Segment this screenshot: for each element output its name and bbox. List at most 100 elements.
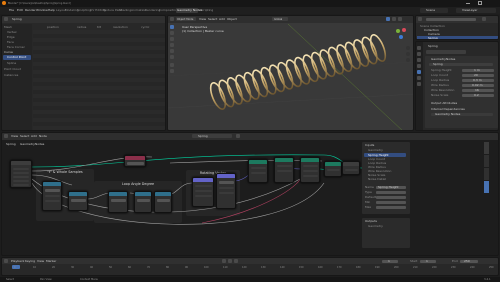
node-math-b-field[interactable] <box>71 199 86 202</box>
spring-coil[interactable] <box>351 38 372 68</box>
output-attributes-header[interactable]: Output Attributes <box>431 102 457 105</box>
domain-vertex[interactable]: Vertex <box>7 31 17 34</box>
outliner-item-spring-row[interactable]: Spring <box>417 36 498 39</box>
node-math-a[interactable] <box>42 181 62 211</box>
close-button[interactable] <box>489 0 498 7</box>
node-math-b[interactable] <box>68 191 88 211</box>
add-modifier-button[interactable] <box>426 50 466 54</box>
default-field[interactable] <box>376 196 406 199</box>
modifier-tab-icon[interactable] <box>417 70 421 74</box>
start-frame-field[interactable]: 1 <box>420 259 436 263</box>
spring-coil[interactable] <box>216 78 237 108</box>
jump-end-icon[interactable] <box>234 259 238 263</box>
n-tab-tool[interactable] <box>484 155 489 167</box>
group-outputs-title[interactable]: Outputs <box>365 220 377 223</box>
menu-help[interactable]: Help <box>48 9 55 12</box>
spring-coil[interactable] <box>233 73 254 103</box>
input-wire-radius[interactable]: 0.02 m <box>462 84 494 87</box>
object-tab-icon[interactable] <box>417 64 421 68</box>
spreadsheet-editor-icon[interactable] <box>4 17 8 21</box>
input-noise-scale[interactable]: 0.2 <box>462 94 494 97</box>
spring-coil[interactable] <box>250 68 271 98</box>
gizmo-y-axis[interactable] <box>396 29 400 33</box>
spring-coil[interactable] <box>241 71 262 101</box>
group-input-geometry[interactable]: Geometry <box>368 149 383 152</box>
gizmo-z-axis[interactable] <box>399 35 403 39</box>
group-input-noise-detail[interactable]: Noise Detail <box>368 178 386 181</box>
node-curve-circle[interactable] <box>300 157 320 183</box>
node-curve-to-mesh[interactable] <box>274 157 294 183</box>
node-math-c-field[interactable] <box>111 199 126 202</box>
spring-coil[interactable] <box>334 43 355 73</box>
spring-coil[interactable] <box>292 56 313 86</box>
spring-object[interactable] <box>168 16 414 131</box>
group-output-geometry[interactable]: Geometry <box>368 225 383 228</box>
play-icon[interactable] <box>228 259 232 263</box>
node-math-e-field[interactable] <box>157 199 170 202</box>
column-tilt[interactable]: tilt <box>97 26 101 29</box>
domain-mesh[interactable]: Mesh <box>4 26 12 29</box>
tab-shading[interactable]: Shading <box>119 9 131 12</box>
column-position[interactable]: position <box>47 26 59 29</box>
input-wire-resolution[interactable]: 16 <box>462 89 494 92</box>
node-math-d-field[interactable] <box>137 199 150 202</box>
n-tab-node[interactable] <box>484 142 489 154</box>
menu-edit[interactable]: Edit <box>17 9 23 12</box>
timeline-menu-view[interactable]: View <box>37 259 44 263</box>
spring-coil[interactable] <box>258 66 279 96</box>
menu-file[interactable]: File <box>9 9 14 12</box>
node-math-a-field[interactable] <box>45 189 60 192</box>
tab-compositing[interactable]: Compositing <box>159 9 178 12</box>
menu-render[interactable]: Render <box>25 9 36 12</box>
render-tab-icon[interactable] <box>417 46 421 50</box>
spring-coil[interactable] <box>359 35 380 65</box>
internal-dependencies-header[interactable]: Internal Dependencies <box>431 108 465 111</box>
output-tab-icon[interactable] <box>417 52 421 56</box>
n-tab-group[interactable] <box>484 181 489 193</box>
domain-spline[interactable]: Spline <box>7 62 16 65</box>
timeline-menu-keying[interactable]: Keying <box>25 259 35 263</box>
name-field[interactable]: Spring Height <box>376 186 406 189</box>
max-field[interactable] <box>376 206 406 209</box>
outliner-editor-icon[interactable] <box>418 17 422 21</box>
group-output-node[interactable] <box>342 161 360 175</box>
zoom-icon[interactable] <box>406 46 410 50</box>
min-field[interactable] <box>376 201 406 204</box>
domain-control-point-row[interactable]: Control Point <box>3 55 31 60</box>
current-frame-field[interactable]: 1 <box>382 259 398 263</box>
timeline-ruler[interactable]: 0 10 20 30 40 50 60 70 80 90 100 110 120 130 140 150 160… <box>2 265 498 275</box>
node-math-d[interactable] <box>134 191 152 213</box>
menu-window[interactable]: Window <box>36 9 48 12</box>
constraint-tab-icon[interactable] <box>417 76 421 80</box>
filter-icon[interactable] <box>482 17 486 21</box>
group-inputs-title[interactable]: Inputs <box>365 144 374 147</box>
viewport-3d[interactable]: Object Mode View Select Add Object Globa… <box>167 15 414 131</box>
node-vector-rotate[interactable] <box>216 173 236 209</box>
navigation-gizmo[interactable] <box>393 26 409 42</box>
domain-face-corner[interactable]: Face Corner <box>7 46 25 49</box>
column-cyclic[interactable]: cyclic <box>141 26 149 29</box>
outliner-search-field[interactable] <box>426 18 476 21</box>
input-loop-count[interactable]: 20 <box>462 74 494 77</box>
node-set-material[interactable] <box>324 161 342 177</box>
gizmo-x-axis[interactable] <box>402 28 406 32</box>
spring-coil[interactable] <box>317 48 338 78</box>
domain-edge[interactable]: Edge <box>7 36 15 39</box>
spring-coil[interactable] <box>326 46 347 76</box>
spring-coil[interactable] <box>208 81 229 111</box>
node-math-c[interactable] <box>108 191 128 213</box>
blender-logo-icon[interactable] <box>2 1 6 5</box>
scene-selector[interactable]: Scene <box>420 8 448 13</box>
domain-curve[interactable]: Curve <box>4 51 13 54</box>
domain-instances[interactable]: Instances <box>4 74 18 77</box>
node-editor[interactable]: View Select Add Node Spring Spring Geome… <box>1 132 499 256</box>
node-math-e[interactable] <box>154 191 172 213</box>
data-tab-icon[interactable] <box>417 82 421 86</box>
internal-dependency-row[interactable]: Geometry Nodes <box>431 113 493 116</box>
pan-icon[interactable] <box>406 52 410 56</box>
tab-animation[interactable]: Animation <box>131 9 146 12</box>
node-value-top-field[interactable] <box>127 162 144 165</box>
input-loop-radius[interactable]: 0.3 m <box>462 79 494 82</box>
spring-coil[interactable] <box>309 51 330 81</box>
spring-coil[interactable] <box>342 41 363 71</box>
